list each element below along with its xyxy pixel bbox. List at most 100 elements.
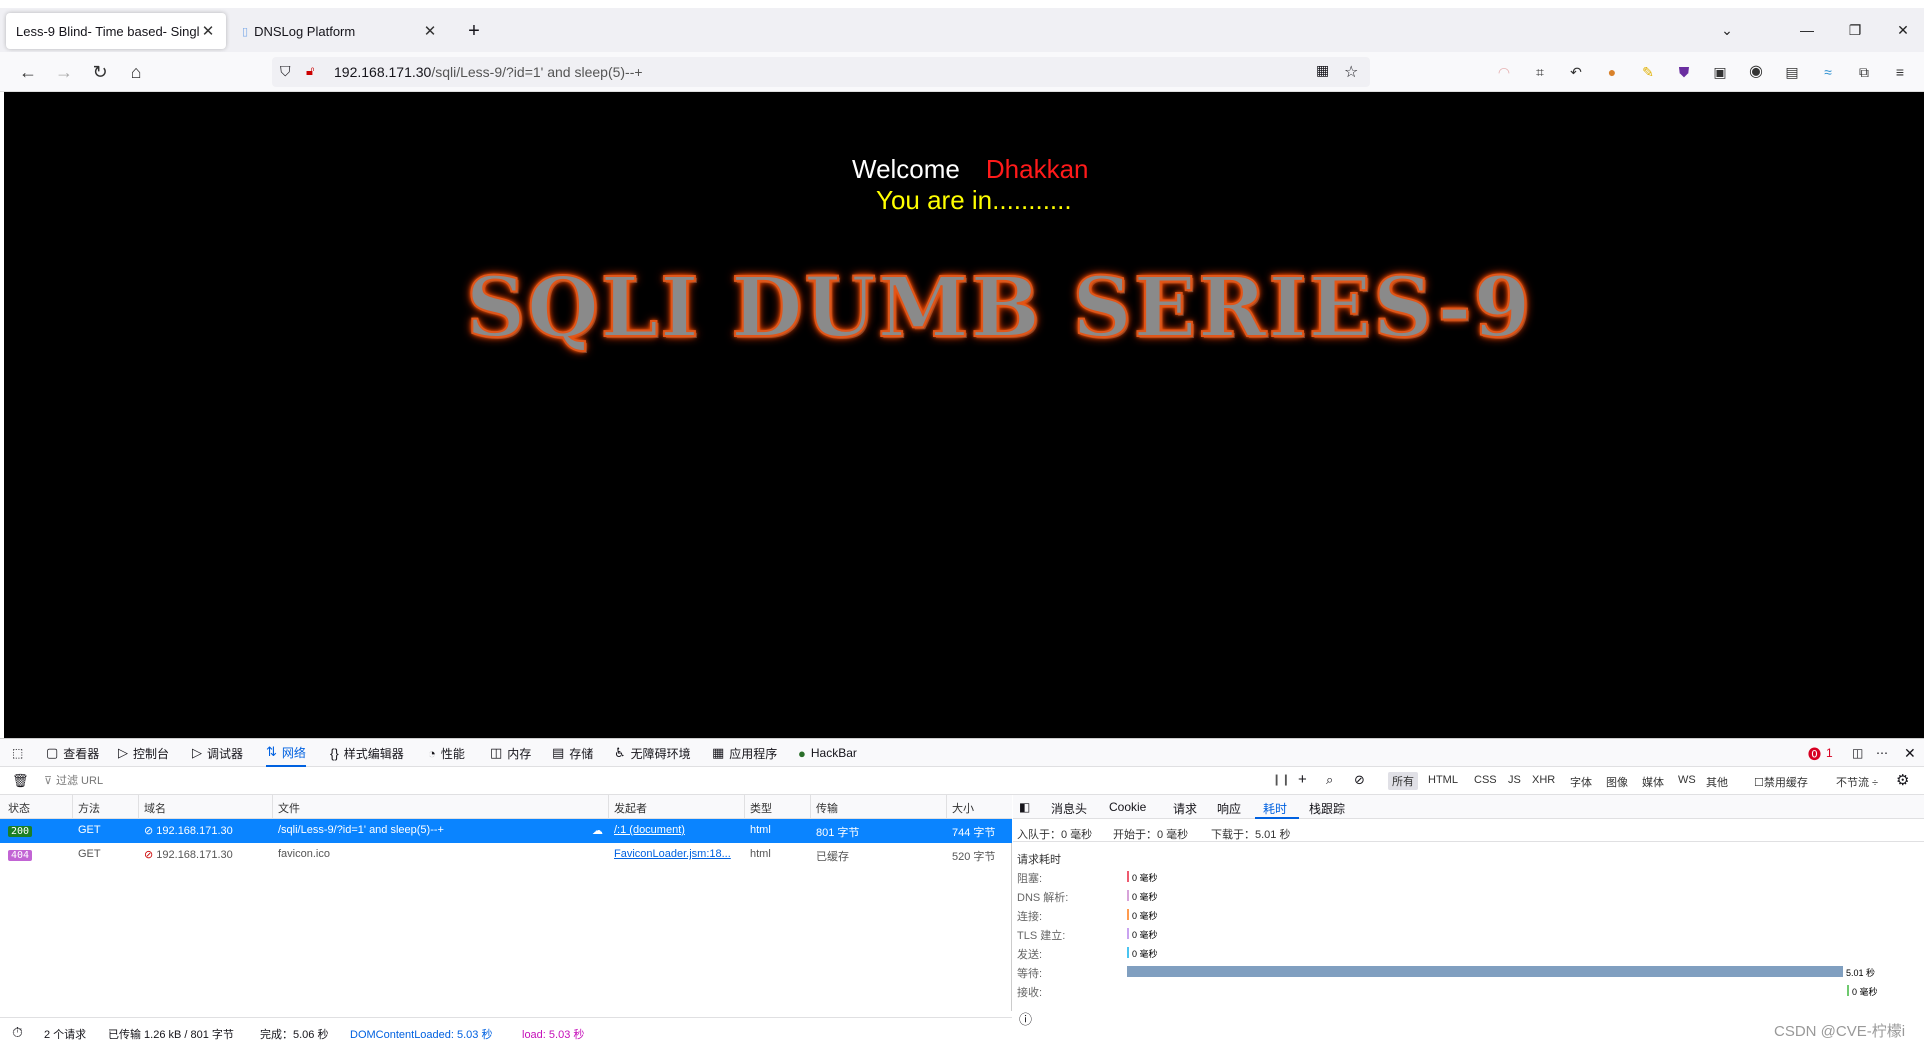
disable-cache-checkbox[interactable]: ☐禁用缓存 bbox=[1754, 774, 1808, 790]
tab-storage[interactable]: ▤ 存储 bbox=[552, 739, 593, 767]
tab-inspector[interactable]: ▢ 查看器 bbox=[46, 739, 99, 767]
address-bar[interactable]: ⛉ 🔓︎ 192.168.171.30/sqli/Less-9/?id=1' a… bbox=[272, 57, 1370, 87]
minimize-icon[interactable]: — bbox=[1792, 22, 1822, 38]
gear-icon[interactable]: ⚙ bbox=[1896, 771, 1909, 789]
tab-stack-trace[interactable]: 栈跟踪 bbox=[1309, 800, 1345, 817]
tab-cookies[interactable]: Cookie bbox=[1109, 800, 1146, 814]
tab-network[interactable]: ⇅ 网络 bbox=[266, 739, 306, 767]
back-icon[interactable]: ← bbox=[16, 60, 40, 84]
extension-icon[interactable]: ◠ bbox=[1494, 62, 1514, 82]
dock-icon[interactable]: ◫ bbox=[1852, 739, 1863, 767]
tab-console[interactable]: ▷ 控制台 bbox=[118, 739, 169, 767]
summary-domcontentloaded: DOMContentLoaded: 5.03 秒 bbox=[350, 1029, 493, 1041]
tab-dnslog[interactable]: ▯ DNSLog Platform ✕ bbox=[232, 13, 448, 49]
timing-title: 请求耗时 bbox=[1017, 854, 1061, 866]
tab-label: 调试器 bbox=[207, 746, 244, 761]
tab-accessibility[interactable]: ♿︎ 无障碍环境 bbox=[614, 739, 691, 767]
tab-hackbar[interactable]: ● HackBar bbox=[798, 739, 857, 767]
tab-performance[interactable]: ◔ 性能 bbox=[428, 739, 465, 767]
tab-label: 存储 bbox=[569, 746, 594, 761]
table-row[interactable]: 404 GET ⊘ 192.168.171.30 favicon.ico Fav… bbox=[0, 843, 1012, 867]
insecure-icon: ⊘ bbox=[144, 825, 157, 837]
column-method[interactable]: 方法 bbox=[78, 800, 100, 816]
summary-finish: 完成：5.06 秒 bbox=[260, 1029, 329, 1041]
tab-label: 样式编辑器 bbox=[343, 746, 404, 761]
cookie-icon[interactable]: ● bbox=[1602, 62, 1622, 82]
filter-html[interactable]: HTML bbox=[1428, 774, 1458, 786]
table-row[interactable]: 200 GET ⊘ 192.168.171.30 /sqli/Less-9/?i… bbox=[0, 819, 1012, 843]
filter-other[interactable]: 其他 bbox=[1706, 774, 1728, 790]
tab-request[interactable]: 请求 bbox=[1173, 800, 1197, 817]
crop-icon[interactable]: ⌗ bbox=[1530, 62, 1550, 82]
column-size[interactable]: 大小 bbox=[952, 800, 974, 816]
banner-logo: SQLI DUMB SERIES-9 bbox=[465, 259, 1533, 357]
filter-url-input[interactable] bbox=[56, 771, 956, 791]
filter-media[interactable]: 媒体 bbox=[1642, 774, 1664, 790]
tab-headers[interactable]: 消息头 bbox=[1051, 800, 1087, 817]
debugger-icon: ▷ bbox=[192, 745, 202, 760]
pause-icon[interactable]: ❙❙ bbox=[1272, 773, 1290, 786]
request-initiator[interactable]: FaviconLoader.jsm:18... bbox=[614, 848, 740, 860]
help-icon[interactable]: ⓘ bbox=[1019, 1009, 1032, 1028]
tab-timings[interactable]: 耗时 bbox=[1263, 800, 1287, 817]
undo-icon[interactable]: ↶ bbox=[1566, 62, 1586, 82]
tab-less9[interactable]: Less-9 Blind- Time based- Single Quotes-… bbox=[6, 13, 226, 49]
timer-icon[interactable]: ⏱ bbox=[12, 1024, 23, 1041]
wallet-icon[interactable]: ▤ bbox=[1782, 62, 1802, 82]
chevron-down-icon[interactable]: ⌄ bbox=[1712, 22, 1742, 39]
image-icon[interactable]: ▣ bbox=[1710, 62, 1730, 82]
home-icon[interactable]: ⌂ bbox=[124, 60, 148, 84]
puzzle-icon[interactable]: ⧉ bbox=[1854, 62, 1874, 82]
close-icon[interactable]: ✕ bbox=[200, 22, 216, 40]
shield-icon[interactable]: ⛉ bbox=[280, 63, 291, 80]
timing-value: 0 毫秒 bbox=[1132, 873, 1158, 883]
tab-memory[interactable]: ◫ 内存 bbox=[490, 739, 531, 767]
error-count-badge[interactable]: ⓿1 bbox=[1808, 739, 1833, 767]
url-text[interactable]: 192.168.171.30/sqli/Less-9/?id=1' and sl… bbox=[334, 64, 643, 80]
forward-icon[interactable]: → bbox=[52, 60, 76, 84]
filter-all[interactable]: 所有 bbox=[1388, 772, 1418, 790]
plus-icon[interactable]: + bbox=[1298, 771, 1307, 788]
element-picker-icon[interactable]: ⬚ bbox=[12, 739, 23, 767]
close-window-icon[interactable]: ✕ bbox=[1888, 22, 1918, 39]
tab-debugger[interactable]: ▷ 调试器 bbox=[192, 739, 243, 767]
more-icon[interactable]: ⋯ bbox=[1876, 739, 1888, 767]
tab-style-editor[interactable]: {} 样式编辑器 bbox=[330, 739, 404, 767]
shield-badge-icon[interactable]: ⛊ bbox=[1674, 62, 1694, 82]
filter-ws[interactable]: WS bbox=[1678, 774, 1696, 786]
qr-code-icon[interactable]: ▦ bbox=[1316, 62, 1329, 79]
trash-icon[interactable]: 🗑︎ bbox=[12, 773, 29, 789]
close-icon[interactable]: ✕ bbox=[1904, 739, 1916, 767]
column-file[interactable]: 文件 bbox=[278, 800, 300, 816]
performance-icon: ◔ bbox=[428, 745, 436, 761]
menu-icon[interactable]: ≡ bbox=[1890, 62, 1910, 82]
reload-icon[interactable]: ↻ bbox=[88, 60, 112, 84]
filter-xhr[interactable]: XHR bbox=[1532, 774, 1555, 786]
status-badge: 404 bbox=[8, 850, 33, 861]
filter-css[interactable]: CSS bbox=[1474, 774, 1497, 786]
block-icon[interactable]: ⊘ bbox=[1354, 772, 1365, 788]
close-icon[interactable]: ✕ bbox=[422, 22, 438, 40]
wave-icon[interactable]: ≈ bbox=[1818, 62, 1838, 82]
tab-response[interactable]: 响应 bbox=[1217, 800, 1241, 817]
tab-label: HackBar bbox=[810, 746, 857, 760]
throttle-select[interactable]: 不节流 ÷ bbox=[1836, 774, 1878, 790]
column-initiator[interactable]: 发起者 bbox=[614, 800, 647, 816]
tab-application[interactable]: ▦ 应用程序 bbox=[712, 739, 777, 767]
bookmark-star-icon[interactable]: ☆ bbox=[1344, 62, 1358, 82]
column-transferred[interactable]: 传输 bbox=[816, 800, 838, 816]
request-initiator[interactable]: /:1 (document) bbox=[614, 824, 685, 836]
filter-js[interactable]: JS bbox=[1508, 774, 1521, 786]
search-icon[interactable]: ⌕ bbox=[1326, 772, 1333, 788]
insecure-lock-icon[interactable]: 🔓︎ bbox=[306, 63, 314, 79]
circle-icon[interactable]: ◉ bbox=[1746, 62, 1766, 82]
column-type[interactable]: 类型 bbox=[750, 800, 772, 816]
filter-images[interactable]: 图像 bbox=[1606, 774, 1628, 790]
panel-toggle-icon[interactable]: ◧ bbox=[1019, 800, 1030, 814]
pen-icon[interactable]: ✎ bbox=[1638, 62, 1658, 82]
restore-icon[interactable]: ❐ bbox=[1840, 22, 1870, 39]
column-domain[interactable]: 域名 bbox=[144, 800, 166, 816]
new-tab-button[interactable]: + bbox=[456, 13, 492, 49]
filter-fonts[interactable]: 字体 bbox=[1570, 774, 1592, 790]
column-status[interactable]: 状态 bbox=[8, 800, 30, 816]
